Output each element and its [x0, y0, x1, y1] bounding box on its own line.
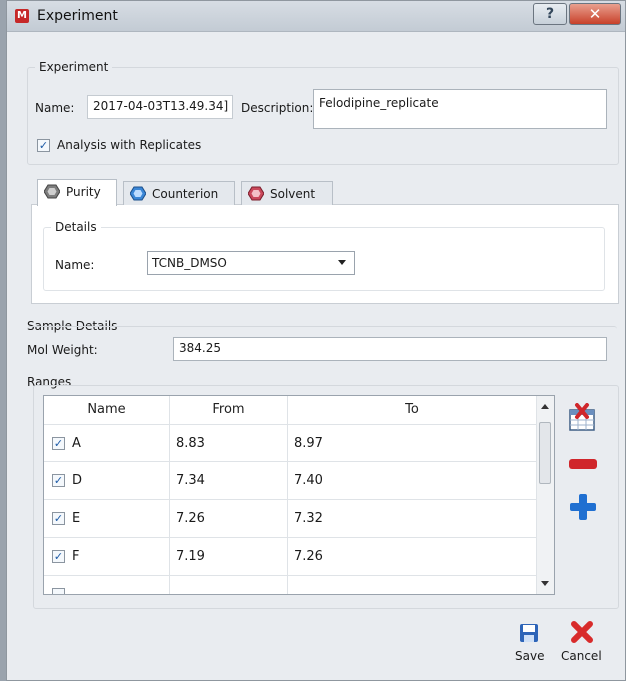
- table-row[interactable]: ✓ A 8.83 8.97: [44, 424, 537, 463]
- row-checkbox[interactable]: ✓: [52, 550, 65, 563]
- remove-row-icon[interactable]: [569, 459, 597, 469]
- close-button[interactable]: ✕: [569, 3, 621, 25]
- row-checkbox[interactable]: ✓: [52, 437, 65, 450]
- tab-purity[interactable]: Purity: [37, 179, 117, 206]
- experiment-group-label: Experiment: [35, 60, 113, 74]
- row-to-cell[interactable]: 8.97: [288, 425, 537, 463]
- tab-solvent-label: Solvent: [270, 187, 316, 201]
- save-button[interactable]: Save: [515, 649, 544, 663]
- row-from-cell[interactable]: [170, 576, 288, 594]
- details-group-label: Details: [51, 220, 101, 234]
- help-button[interactable]: ?: [533, 3, 567, 25]
- experiment-name-field[interactable]: 2017-04-03T13.49.34]: [87, 95, 233, 119]
- table-row[interactable]: ✓ F 7.19 7.26: [44, 538, 537, 576]
- column-header-from[interactable]: From: [170, 396, 288, 424]
- tab-solvent[interactable]: Solvent: [241, 181, 333, 205]
- gray-hexagon-icon: [44, 184, 60, 199]
- row-name: E: [72, 511, 81, 526]
- row-to-cell[interactable]: 7.32: [288, 500, 537, 538]
- table-row[interactable]: ✓ D 7.34 7.40: [44, 462, 537, 500]
- chevron-down-icon: [338, 260, 346, 265]
- row-name-cell: ✓ D: [44, 462, 170, 500]
- ranges-table: Name From To ✓ A 8.83 8.97 ✓ D 7.34 7.40…: [43, 395, 555, 595]
- row-checkbox[interactable]: ✓: [52, 474, 65, 487]
- table-row[interactable]: ✓ E 7.26 7.32: [44, 500, 537, 538]
- row-name-cell: ✓ E: [44, 500, 170, 538]
- red-hexagon-icon: [248, 186, 264, 201]
- mol-weight-label: Mol Weight:: [27, 343, 98, 357]
- app-logo-icon: M: [15, 9, 29, 23]
- mol-weight-field[interactable]: 384.25: [173, 337, 607, 361]
- row-name: F: [72, 549, 80, 564]
- row-name-cell: ✓ A: [44, 425, 170, 463]
- row-from-cell[interactable]: 7.19: [170, 538, 288, 576]
- row-name: A: [72, 436, 81, 451]
- row-checkbox[interactable]: ✓: [52, 512, 65, 525]
- row-to-cell[interactable]: 7.40: [288, 462, 537, 500]
- scroll-up-arrow-icon[interactable]: [541, 404, 549, 409]
- table-row-partial[interactable]: [44, 576, 537, 594]
- row-from-cell[interactable]: 8.83: [170, 425, 288, 463]
- clear-table-icon[interactable]: [567, 403, 597, 433]
- row-name: D: [72, 473, 83, 488]
- add-row-icon[interactable]: [569, 493, 597, 521]
- details-name-label: Name:: [55, 258, 95, 272]
- row-from-cell[interactable]: 7.34: [170, 462, 288, 500]
- experiment-name-label: Name:: [35, 101, 75, 115]
- details-name-selected: TCNB_DMSO: [152, 256, 227, 270]
- details-name-dropdown[interactable]: TCNB_DMSO: [147, 251, 355, 275]
- tab-counterion-label: Counterion: [152, 187, 219, 201]
- row-from-cell[interactable]: 7.26: [170, 500, 288, 538]
- vertical-scrollbar[interactable]: [536, 396, 554, 594]
- scrollbar-thumb[interactable]: [539, 422, 551, 484]
- row-name-cell: ✓ F: [44, 538, 170, 576]
- description-label: Description:: [241, 101, 314, 115]
- replicates-checkbox[interactable]: ✓: [37, 139, 50, 152]
- save-icon[interactable]: [519, 623, 539, 643]
- column-header-to[interactable]: To: [288, 396, 537, 424]
- description-field[interactable]: Felodipine_replicate: [313, 89, 607, 129]
- row-name-cell: [44, 576, 170, 594]
- replicates-label: Analysis with Replicates: [57, 138, 202, 152]
- cancel-icon[interactable]: [571, 621, 593, 643]
- experiment-dialog: M Experiment ? ✕ Experiment Name: 2017-0…: [6, 0, 626, 681]
- tab-purity-label: Purity: [66, 185, 101, 199]
- row-to-cell[interactable]: [288, 576, 537, 594]
- blue-hexagon-icon: [130, 186, 146, 201]
- title-bar: M Experiment ? ✕: [7, 1, 625, 32]
- column-header-name[interactable]: Name: [44, 396, 170, 424]
- row-checkbox[interactable]: [52, 588, 65, 594]
- scroll-down-arrow-icon[interactable]: [541, 581, 549, 586]
- window-title: Experiment: [37, 8, 118, 24]
- tab-counterion[interactable]: Counterion: [123, 181, 235, 205]
- row-to-cell[interactable]: 7.26: [288, 538, 537, 576]
- cancel-button[interactable]: Cancel: [561, 649, 602, 663]
